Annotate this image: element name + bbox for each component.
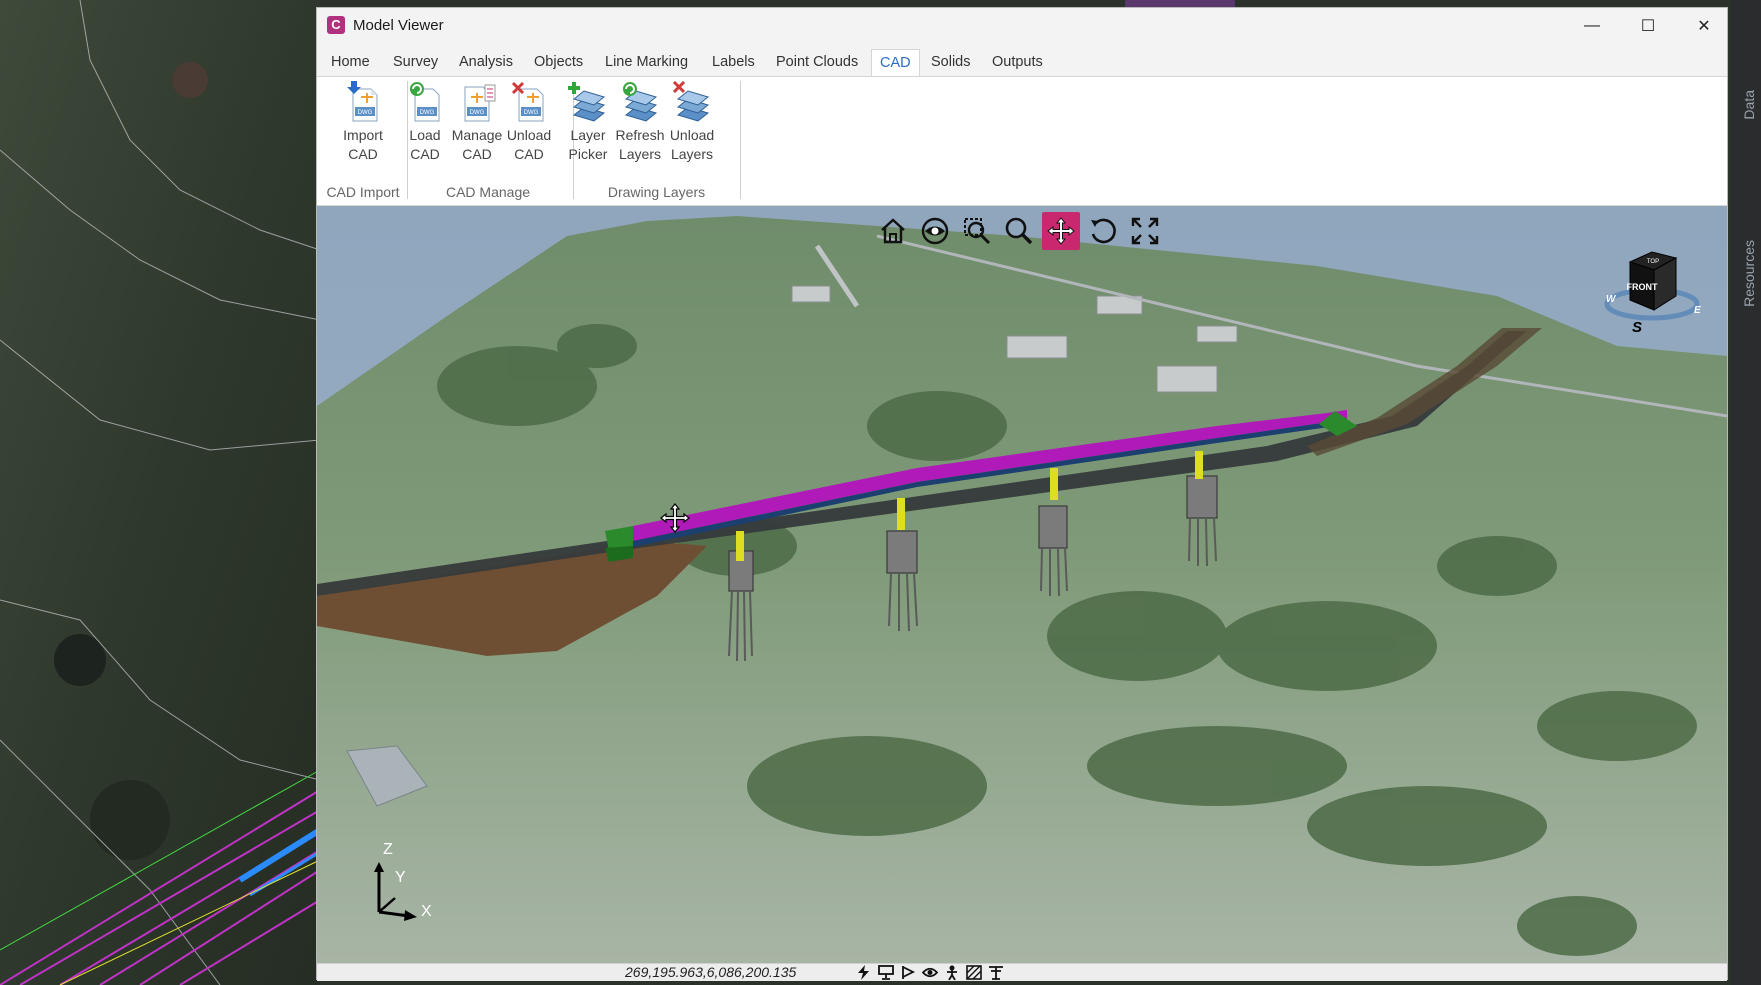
- layer-picker-button[interactable]: Layer Picker: [562, 81, 614, 164]
- unload-layers-label-1: Unload: [669, 127, 715, 143]
- fit-extents-icon: [1131, 217, 1159, 245]
- import-cad-label-1: Import: [343, 127, 383, 143]
- load-cad-label-1: Load: [409, 127, 441, 143]
- load-cad-icon: DWG: [410, 82, 440, 122]
- presentation-icon[interactable]: [877, 964, 895, 981]
- tab-cad[interactable]: CAD: [871, 49, 920, 77]
- layer-picker-icon: [568, 82, 606, 122]
- right-side-panel: Data Resources: [1731, 0, 1761, 985]
- play-flag-icon[interactable]: [899, 964, 917, 981]
- group-label-cad-manage: CAD Manage: [445, 184, 531, 200]
- load-cad-button[interactable]: DWG Load CAD: [399, 81, 451, 164]
- compass-south-label: S: [1632, 319, 1642, 336]
- close-button[interactable]: ✕: [1676, 8, 1732, 44]
- window-title: Model Viewer: [353, 17, 444, 34]
- tab-outputs[interactable]: Outputs: [984, 49, 1051, 75]
- manage-cad-label-2: CAD: [462, 146, 492, 162]
- tab-line-marking[interactable]: Line Marking: [597, 49, 696, 75]
- compass-east-label: E: [1694, 305, 1701, 316]
- axis-y-label: Y: [395, 869, 406, 886]
- lightning-icon[interactable]: [855, 964, 873, 981]
- axis-triad: Z Y X: [374, 842, 432, 921]
- tab-objects[interactable]: Objects: [526, 49, 591, 75]
- load-cad-label-2: CAD: [410, 146, 440, 162]
- zoom-window-button[interactable]: [958, 212, 996, 250]
- refresh-layers-label-2: Layers: [618, 146, 662, 162]
- app-logo-icon: C: [327, 16, 345, 34]
- unload-cad-label-1: Unload: [506, 127, 552, 143]
- tab-point-clouds[interactable]: Point Clouds: [768, 49, 866, 75]
- orbit-eye-icon: [921, 217, 949, 245]
- navigation-toolbar: [874, 212, 1164, 250]
- ribbon-separator: [740, 81, 741, 199]
- zoom-icon: [1005, 217, 1033, 245]
- model-viewer-window: C Model Viewer — ☐ ✕ Home Survey Analysi…: [316, 7, 1728, 981]
- unload-layers-button[interactable]: Unload Layers: [666, 81, 718, 164]
- layer-picker-label-2: Picker: [568, 146, 608, 162]
- status-bar: 269,195.963,6,086,200.135: [317, 963, 1727, 981]
- svg-text:DWG: DWG: [420, 110, 435, 116]
- ribbon-panel: DWG Import CAD DWG Load CAD DWG Manage C…: [317, 76, 1727, 206]
- view-cube[interactable]: TOP FRONT W E S: [1602, 242, 1712, 342]
- person-icon[interactable]: [943, 964, 961, 981]
- rotate-button[interactable]: [1084, 212, 1122, 250]
- resources-panel-tab[interactable]: Resources: [1741, 240, 1757, 307]
- import-cad-icon: DWG: [347, 81, 378, 122]
- refresh-layers-button[interactable]: Refresh Layers: [614, 81, 666, 164]
- tab-home[interactable]: Home: [323, 49, 378, 75]
- home-icon: [881, 218, 905, 244]
- manage-cad-icon: DWG: [464, 84, 496, 122]
- rotate-icon: [1091, 218, 1116, 244]
- svg-text:DWG: DWG: [470, 110, 485, 116]
- pan-icon: [1047, 217, 1075, 245]
- svg-text:DWG: DWG: [358, 110, 373, 116]
- compass-west-label: W: [1606, 294, 1617, 305]
- import-cad-button[interactable]: DWG Import CAD: [337, 81, 389, 164]
- tab-labels[interactable]: Labels: [704, 49, 763, 75]
- data-panel-tab[interactable]: Data: [1741, 90, 1757, 120]
- status-icon-group: [855, 964, 1005, 981]
- tab-survey[interactable]: Survey: [385, 49, 446, 75]
- home-button[interactable]: [874, 212, 912, 250]
- pan-button[interactable]: [1042, 212, 1080, 250]
- 3d-viewport[interactable]: TOP FRONT W E S Z Y X: [317, 206, 1727, 963]
- refresh-layers-icon: [623, 82, 658, 122]
- fit-extents-button[interactable]: [1126, 212, 1164, 250]
- unload-cad-label-2: CAD: [514, 146, 544, 162]
- unload-cad-button[interactable]: DWG Unload CAD: [503, 81, 555, 164]
- import-cad-label-2: CAD: [348, 146, 378, 162]
- viewcube-top-label: TOP: [1647, 259, 1659, 265]
- hatch-icon[interactable]: [965, 964, 983, 981]
- axis-x-label: X: [421, 903, 432, 920]
- unload-cad-icon: DWG: [511, 81, 544, 122]
- axis-z-label: Z: [383, 842, 393, 858]
- manage-cad-label-1: Manage: [451, 127, 503, 143]
- maximize-button[interactable]: ☐: [1620, 8, 1676, 44]
- unload-layers-icon: [672, 81, 710, 122]
- title-bar[interactable]: C Model Viewer — ☐ ✕: [317, 8, 1727, 44]
- orbit-button[interactable]: [916, 212, 954, 250]
- layer-picker-label-1: Layer: [570, 127, 606, 143]
- tab-solids[interactable]: Solids: [923, 49, 979, 75]
- zoom-button[interactable]: [1000, 212, 1038, 250]
- viewcube-front-label: FRONT: [1627, 282, 1658, 292]
- section-icon[interactable]: [987, 964, 1005, 981]
- cursor-coordinates: 269,195.963,6,086,200.135: [625, 964, 797, 980]
- ribbon-tab-bar: Home Survey Analysis Objects Line Markin…: [317, 46, 1727, 77]
- eye-icon[interactable]: [921, 964, 939, 981]
- tab-analysis[interactable]: Analysis: [451, 49, 521, 75]
- unload-layers-label-2: Layers: [670, 146, 714, 162]
- group-label-drawing-layers: Drawing Layers: [607, 184, 706, 200]
- minimize-button[interactable]: —: [1564, 8, 1620, 44]
- group-label-cad-import: CAD Import: [326, 184, 400, 200]
- terrain-scene: [317, 206, 1727, 963]
- manage-cad-button[interactable]: DWG Manage CAD: [451, 81, 503, 164]
- svg-text:DWG: DWG: [524, 110, 539, 116]
- refresh-layers-label-1: Refresh: [615, 127, 665, 143]
- zoom-window-icon: [964, 218, 991, 245]
